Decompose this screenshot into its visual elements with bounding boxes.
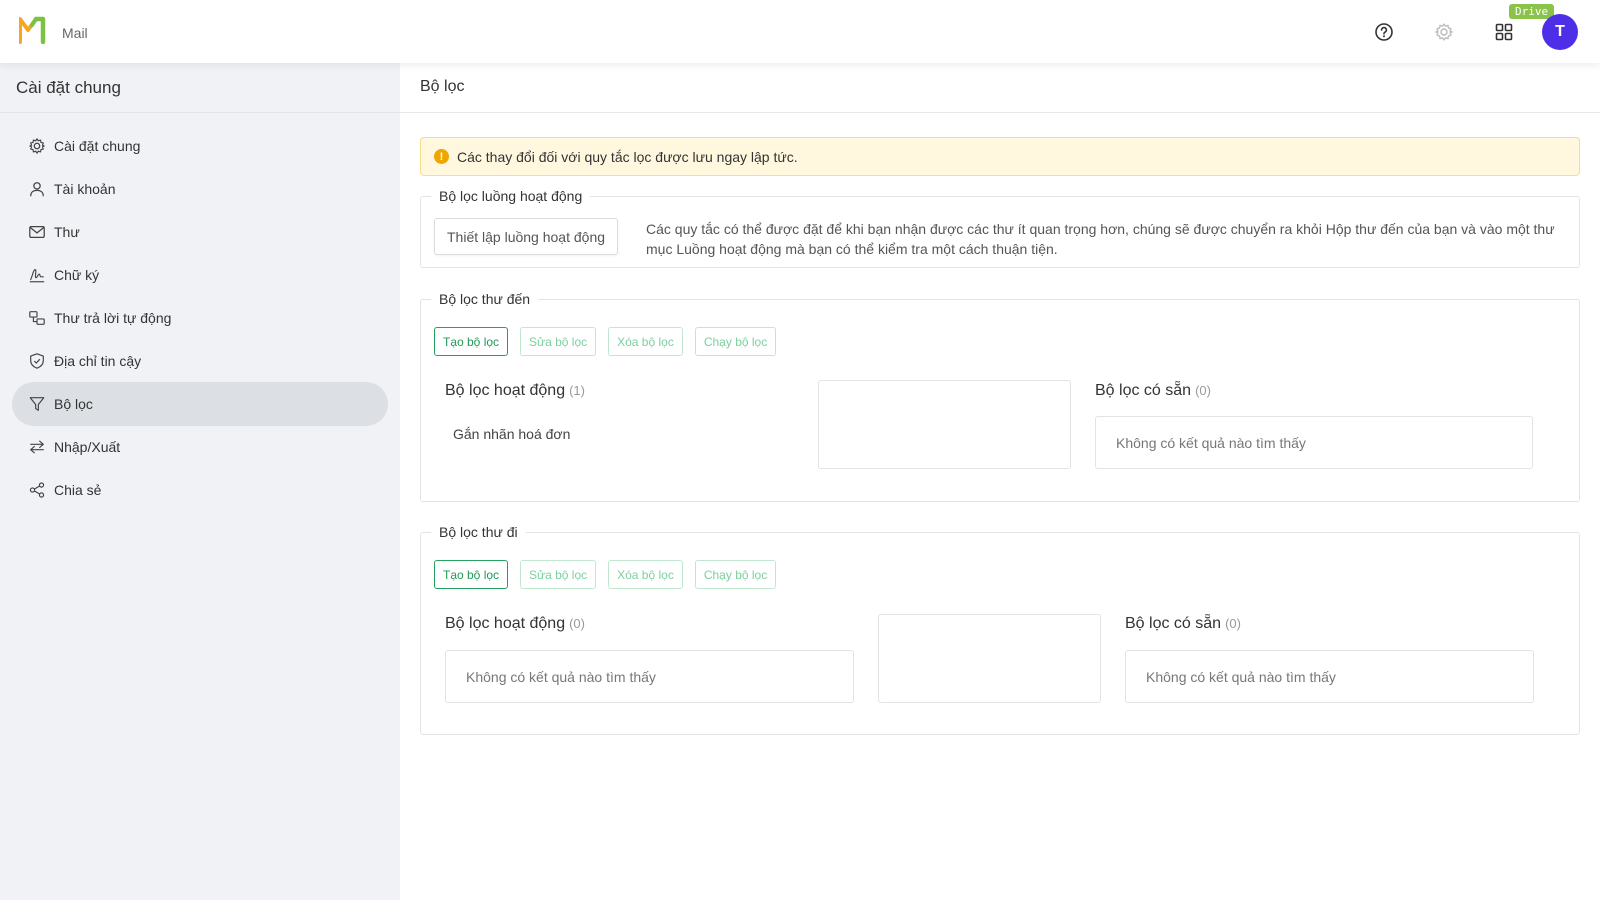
settings-button[interactable] [1431,19,1457,45]
sidebar-item-sharing[interactable]: Chia sẻ [12,468,388,512]
apps-grid-icon [1495,23,1513,41]
warning-icon: ! [434,149,449,164]
main-divider [400,112,1600,113]
main-content: Bộ lọc ! Các thay đổi đối với quy tắc lọ… [400,63,1600,900]
incoming-filter-section: Bộ lọc thư đến Tạo bộ lọc Sửa bộ lọc Xóa… [420,291,1580,502]
logo-icon[interactable] [19,16,51,44]
available-filters-empty: Không có kết quả nào tìm thấy [1125,650,1534,703]
swap-icon [27,437,47,457]
active-filters-title: Bộ lọc hoạt động [445,615,566,632]
section-legend: Bộ lọc thư đến [431,291,539,307]
sidebar-item-mail[interactable]: Thư [12,210,388,254]
active-filters-empty: Không có kết quả nào tìm thấy [445,650,854,703]
sidebar-item-label: Bộ lọc [54,396,93,412]
page-title: Bộ lọc [420,78,465,95]
info-alert: ! Các thay đổi đối với quy tắc lọc được … [420,137,1580,176]
edit-filter-button[interactable]: Sửa bộ lọc [520,560,597,589]
sidebar-item-label: Thư trả lời tự động [54,310,172,326]
sidebar-item-label: Chữ ký [54,267,100,283]
sidebar-item-label: Cài đặt chung [54,138,141,154]
share-icon [27,480,47,500]
create-filter-button[interactable]: Tạo bộ lọc [434,560,509,589]
active-filters-title: Bộ lọc hoạt động [445,382,566,399]
available-filters-title: Bộ lọc có sẵn [1125,615,1222,632]
sidebar-item-filters[interactable]: Bộ lọc [12,382,388,426]
available-filters-count: (0) [1195,383,1211,398]
section-legend: Bộ lọc thư đi [431,524,526,540]
settings-sidebar: Cài đặt chung Cài đặt chung Tài khoản Th… [0,63,400,900]
sidebar-item-general[interactable]: Cài đặt chung [12,124,388,168]
shield-check-icon [27,351,47,371]
top-bar: Mail Drive T [0,0,1600,63]
create-filter-button[interactable]: Tạo bộ lọc [434,327,509,356]
run-filter-button[interactable]: Chạy bộ lọc [694,327,777,356]
sidebar-item-label: Nhập/Xuất [54,439,121,455]
filter-icon [27,394,47,414]
section-legend: Bộ lọc luồng hoạt động [431,188,591,204]
transfer-box [818,380,1071,469]
user-icon [27,179,47,199]
gear-icon [27,136,47,156]
active-filters-count: (0) [569,616,585,631]
help-button[interactable] [1371,19,1397,45]
available-filters-count: (0) [1225,616,1241,631]
sidebar-item-label: Tài khoản [54,181,116,197]
activity-filter-section: Bộ lọc luồng hoạt động Thiết lập luồng h… [420,188,1580,268]
sidebar-item-auto-reply[interactable]: Thư trả lời tự động [12,296,388,340]
signature-icon [27,265,47,285]
setup-activity-stream-button[interactable]: Thiết lập luồng hoạt động [434,218,619,255]
outgoing-filter-toolbar: Tạo bộ lọc Sửa bộ lọc Xóa bộ lọc Chạy bộ… [434,560,777,589]
sidebar-item-account[interactable]: Tài khoản [12,167,388,211]
sidebar-title: Cài đặt chung [16,78,121,97]
envelope-icon [27,222,47,242]
auto-reply-icon [27,308,47,328]
run-filter-button[interactable]: Chạy bộ lọc [694,560,777,589]
drive-badge[interactable]: Drive [1509,4,1555,19]
delete-filter-button[interactable]: Xóa bộ lọc [608,327,683,356]
list-item[interactable]: Gắn nhãn hoá đơn [453,426,570,442]
sidebar-item-signature[interactable]: Chữ ký [12,253,388,297]
activity-description: Các quy tắc có thể được đặt để khi bạn n… [646,221,1555,257]
help-icon [1375,23,1393,41]
sidebar-divider [0,112,400,113]
transfer-box [878,614,1101,703]
gear-icon [1435,23,1453,41]
avatar[interactable]: T [1542,14,1578,50]
sidebar-item-label: Chia sẻ [54,482,102,498]
active-filters-heading: Bộ lọc hoạt động (0) [445,615,585,633]
available-filters-title: Bộ lọc có sẵn [1095,382,1192,399]
sidebar-item-label: Thư [54,224,80,240]
sidebar-item-label: Địa chỉ tin cậy [54,353,142,369]
sidebar-item-import-export[interactable]: Nhập/Xuất [12,425,388,469]
sidebar-item-trusted-addresses[interactable]: Địa chỉ tin cậy [12,339,388,383]
delete-filter-button[interactable]: Xóa bộ lọc [608,560,683,589]
available-filters-heading: Bộ lọc có sẵn (0) [1125,615,1241,633]
available-filters-empty: Không có kết quả nào tìm thấy [1095,416,1533,469]
outgoing-filter-section: Bộ lọc thư đi Tạo bộ lọc Sửa bộ lọc Xóa … [420,524,1580,735]
available-filters-heading: Bộ lọc có sẵn (0) [1095,382,1211,400]
apps-button[interactable] [1491,19,1517,45]
edit-filter-button[interactable]: Sửa bộ lọc [520,327,597,356]
active-filters-count: (1) [569,383,585,398]
alert-text: Các thay đổi đối với quy tắc lọc được lư… [457,148,798,165]
app-name: Mail [62,25,88,41]
incoming-filter-toolbar: Tạo bộ lọc Sửa bộ lọc Xóa bộ lọc Chạy bộ… [434,327,777,356]
active-filters-heading: Bộ lọc hoạt động (1) [445,382,585,400]
